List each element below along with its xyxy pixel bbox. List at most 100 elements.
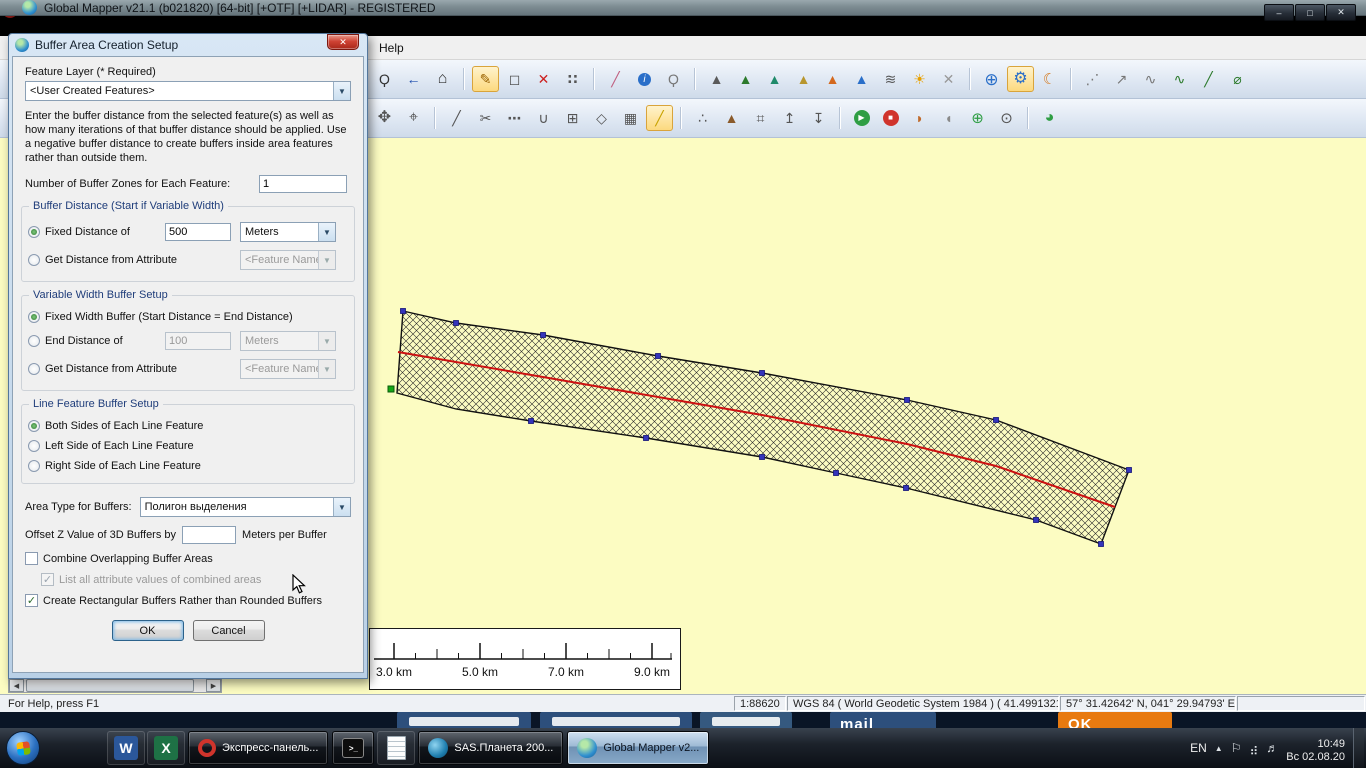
taskbar-console-button[interactable]: >_ [332,731,374,765]
globe-day-night-icon[interactable]: ☾ [1036,66,1063,92]
fox-icon[interactable]: ◗ [906,105,933,131]
variable-attribute-select[interactable]: <Feature Name> ▼ [240,359,336,379]
scroll-left-arrow[interactable]: ◀ [9,679,24,692]
sketch-circle-line-icon[interactable]: ⌀ [1224,66,1251,92]
search-layers-icon[interactable]: Ϙ [660,66,687,92]
grid-3d-icon[interactable]: ⌗ [747,105,774,131]
show-desktop-button[interactable] [1353,728,1364,768]
horizontal-scrollbar[interactable]: ◀ ▶ [8,678,222,693]
raise-elevation-icon[interactable]: ↥ [776,105,803,131]
area-type-select[interactable]: Полигон выделения ▼ [140,497,351,517]
scrollbar-track[interactable] [24,679,206,692]
terrain-tan-icon[interactable]: ▲ [790,66,817,92]
lower-elevation-icon[interactable]: ↧ [805,105,832,131]
fixed-distance-units-select[interactable]: Meters ▼ [240,222,336,242]
feature-layer-select[interactable]: <User Created Features> ▼ [25,81,351,101]
sketch-green-line-icon[interactable]: ╱ [1195,66,1222,92]
fixed-width-radio[interactable] [28,311,40,323]
terrain-gray-icon[interactable]: ▲ [703,66,730,92]
network-icon[interactable]: ⣴ [1249,741,1258,755]
copy-feature-icon[interactable]: ⊞ [559,105,586,131]
taskbar-global-mapper-button[interactable]: Global Mapper v2... [567,731,709,765]
distance-attribute-select[interactable]: <Feature Name> ▼ [240,250,336,270]
peak-marker-icon[interactable]: ▲ [718,105,745,131]
select-vertex-icon[interactable]: ⌖ [400,105,427,131]
dialog-body: Feature Layer (* Required) <User Created… [12,56,364,673]
zoom-icon[interactable]: Ϙ [371,66,398,92]
sketch-green-curve-icon[interactable]: ∿ [1166,66,1193,92]
combine-checkbox[interactable] [25,552,38,565]
variable-attribute-radio[interactable] [28,363,40,375]
feature-info-icon[interactable]: i [631,66,658,92]
action-center-flag-icon[interactable]: ⚐ [1231,741,1242,755]
fixed-distance-radio[interactable] [28,226,40,238]
end-distance-radio[interactable] [28,335,40,347]
taskbar-excel-button[interactable]: X [147,731,185,765]
taskbar-sas-button[interactable]: SAS.Планета 200... [418,731,563,765]
taskbar-notepad-button[interactable] [377,731,415,765]
select-features-icon[interactable]: ◻ [501,66,528,92]
sketch-dotted-line-icon[interactable]: ⋰ [1079,66,1106,92]
language-indicator[interactable]: EN [1190,741,1207,755]
scrollbar-thumb[interactable] [26,679,194,692]
split-feature-icon[interactable]: ✂ [472,105,499,131]
stop-icon[interactable]: ■ [877,105,904,131]
sketch-arrow-line-icon[interactable]: ↗ [1108,66,1135,92]
menu-item-help[interactable]: Help [372,39,411,57]
sketch-curve-icon[interactable]: ∿ [1137,66,1164,92]
distance-attribute-radio[interactable] [28,254,40,266]
globe-3d-view-icon[interactable]: ⊕ [978,66,1005,92]
delete-features-icon[interactable]: ✕ [530,66,557,92]
list-attributes-checkbox[interactable]: ✓ [41,573,54,586]
offset-z-input[interactable] [182,526,236,544]
create-polygon-icon[interactable]: ◇ [588,105,615,131]
maximize-button[interactable]: □ [1295,4,1325,21]
back-arrow-icon[interactable]: ← [400,66,427,92]
clear-terrain-icon[interactable]: ✕ [935,66,962,92]
vertex-path-icon[interactable]: ⋯ [501,105,528,131]
add-feature-icon[interactable]: ⊕ [964,105,991,131]
dialog-titlebar[interactable]: Buffer Area Creation Setup [9,34,367,56]
taskbar-opera-button[interactable]: Экспресс-панель... [188,731,328,765]
buffer-tool-icon[interactable]: ╱ [646,105,673,131]
combine-lines-icon[interactable]: ∪ [530,105,557,131]
water-level-icon[interactable]: ▲ [848,66,875,92]
minimize-button[interactable]: – [1264,4,1294,21]
end-distance-input[interactable] [165,332,231,350]
fixed-distance-input[interactable] [165,223,231,241]
hill-shade-icon[interactable]: ☀ [906,66,933,92]
close-button[interactable]: ✕ [1326,4,1356,21]
tray-clock[interactable]: 10:49 Вс 02.08.20 [1286,732,1345,764]
wolf-icon[interactable]: ◖ [935,105,962,131]
snapshot-icon[interactable]: ⊙ [993,105,1020,131]
globe-chart-icon[interactable]: ◕ [1036,105,1063,131]
create-line-icon[interactable]: ╱ [443,105,470,131]
edit-vertices-icon[interactable]: ∷ [559,66,586,92]
start-button[interactable] [6,731,40,765]
dialog-close-button[interactable]: ✕ [327,34,359,50]
terrain-teal-icon[interactable]: ▲ [761,66,788,92]
globe-settings-icon[interactable]: ⚙ [1007,66,1034,92]
digitizer-pencil-icon[interactable]: ✎ [472,66,499,92]
right-side-radio[interactable] [28,460,40,472]
volume-icon[interactable]: ♬ [1266,741,1278,755]
play-icon[interactable]: ▶ [848,105,875,131]
move-feature-icon[interactable]: ✥ [371,105,398,131]
create-points-icon[interactable]: ∴ [689,105,716,131]
create-grid-icon[interactable]: ▦ [617,105,644,131]
color-relief-icon[interactable]: ▲ [819,66,846,92]
cancel-button[interactable]: Cancel [193,620,265,641]
contour-lines-icon[interactable]: ≋ [877,66,904,92]
zones-input[interactable] [259,175,347,193]
terrain-green-icon[interactable]: ▲ [732,66,759,92]
measure-icon[interactable]: ╱ [602,66,629,92]
tray-expand-icon[interactable]: ▲ [1215,744,1223,753]
ok-button[interactable]: OK [112,620,184,641]
home-icon[interactable]: ⌂ [429,66,456,92]
end-distance-units-select[interactable]: Meters ▼ [240,331,336,351]
rectangular-checkbox[interactable]: ✓ [25,594,38,607]
both-sides-radio[interactable] [28,420,40,432]
taskbar-word-button[interactable]: W [107,731,145,765]
scroll-right-arrow[interactable]: ▶ [206,679,221,692]
left-side-radio[interactable] [28,440,40,452]
